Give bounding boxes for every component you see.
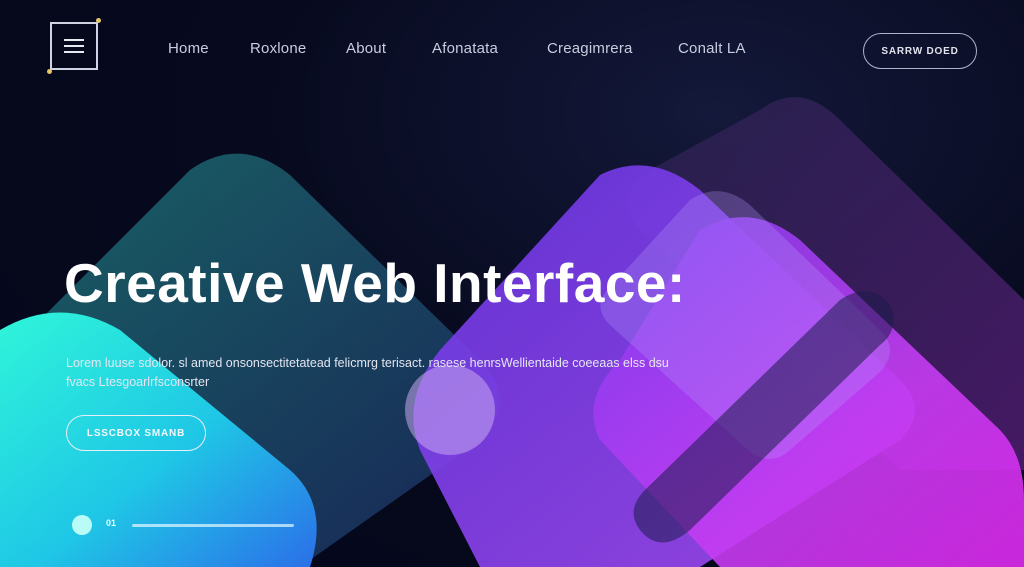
logo-accent-dot [47, 69, 52, 74]
nav-about[interactable]: About [346, 40, 386, 57]
slide-dot[interactable] [72, 515, 92, 535]
hero-body-text: Lorem luuse sdolor. sl amed onsonsectite… [66, 356, 669, 389]
hero-cta-button[interactable]: LSSCBOX SMANB [66, 415, 206, 451]
header-cta-button[interactable]: SARRW DOED [863, 33, 977, 69]
nav-home[interactable]: Home [168, 40, 209, 57]
nav-contact[interactable]: Conalt LA [678, 40, 746, 57]
slide-indicator: 01 [72, 514, 302, 536]
hero-page: Home Roxlone About Afonatata Creagimrera… [0, 0, 1024, 567]
nav-creagimrera[interactable]: Creagimrera [547, 40, 633, 57]
hero-title: Creative Web Interface: [64, 252, 686, 314]
nav-afonatata[interactable]: Afonatata [432, 40, 498, 57]
slide-number: 01 [106, 518, 117, 528]
nav-roxlone[interactable]: Roxlone [250, 40, 306, 57]
logo-accent-dot [96, 18, 101, 23]
slide-progress-track[interactable] [132, 524, 294, 527]
